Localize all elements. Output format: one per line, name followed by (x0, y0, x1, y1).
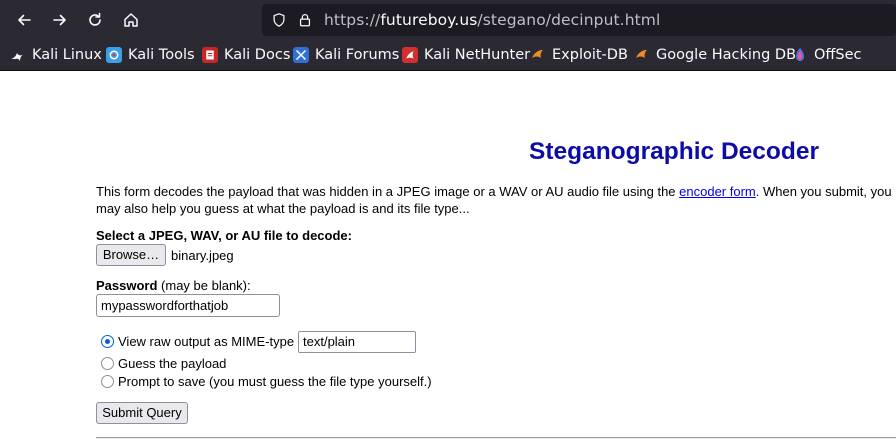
url-bar[interactable]: https://futureboy.us/stegano/decinput.ht… (262, 4, 896, 36)
browse-button[interactable]: Browse… (96, 244, 166, 266)
bookmark-label: Kali Forums (315, 47, 400, 63)
exploit-db-icon (530, 47, 546, 63)
home-icon (124, 13, 138, 27)
intro-text-part1: This form decodes the payload that was h… (96, 184, 680, 199)
forward-arrow-icon (53, 14, 66, 26)
radio-prompt-save-label[interactable]: Prompt to save (you must guess the file … (118, 374, 432, 389)
intro-text-part2: . When you submit, you (755, 184, 892, 199)
bookmark-label: Kali NetHunter (424, 47, 531, 63)
page-title: Steganographic Decoder (529, 138, 819, 165)
page-content: Steganographic Decoder This form decodes… (0, 72, 896, 441)
reload-button[interactable] (83, 8, 107, 32)
bookmark-offsec[interactable]: OffSec (792, 40, 862, 70)
intro-text-line2: may also help you guess at what the payl… (96, 201, 470, 216)
kali-nethunter-icon (402, 47, 418, 63)
intro-text: This form decodes the payload that was h… (96, 183, 896, 217)
back-button[interactable] (12, 8, 36, 32)
kali-dragon-icon (10, 47, 26, 63)
password-input[interactable]: mypasswordforthatjob (96, 294, 280, 317)
bookmark-label: OffSec (814, 47, 862, 63)
kali-docs-icon (202, 47, 218, 63)
mime-type-input[interactable]: text/plain (298, 331, 416, 353)
bookmark-kali-nethunter[interactable]: Kali NetHunter (402, 40, 530, 70)
selected-file-name: binary.jpeg (171, 248, 234, 263)
kali-tools-icon (106, 47, 122, 63)
home-button[interactable] (119, 8, 143, 32)
bookmarks-toolbar: Kali Linux Kali Tools Kali Docs Kali For… (0, 40, 896, 71)
shield-icon[interactable] (270, 11, 288, 29)
bookmark-kali-linux[interactable]: Kali Linux (10, 40, 102, 70)
radio-view-raw-label[interactable]: View raw output as MIME-type (118, 334, 294, 349)
browser-toolbar: https://futureboy.us/stegano/decinput.ht… (0, 0, 896, 40)
ghdb-icon (634, 47, 650, 63)
back-arrow-icon (18, 14, 31, 26)
bookmark-label: Kali Linux (32, 47, 102, 63)
url-scheme: https:// (324, 11, 381, 29)
lock-icon[interactable] (296, 11, 314, 29)
bookmark-exploit-db[interactable]: Exploit-DB (530, 40, 628, 70)
submit-button[interactable]: Submit Query (96, 402, 188, 424)
bookmark-kali-docs[interactable]: Kali Docs (202, 40, 290, 70)
radio-guess-payload[interactable] (101, 357, 114, 370)
password-label: Password (may be blank): (96, 278, 251, 293)
radio-view-raw[interactable] (101, 335, 114, 348)
bookmark-label: Kali Tools (128, 47, 195, 63)
horizontal-divider (96, 437, 896, 439)
bookmark-label: Exploit-DB (552, 47, 628, 63)
bookmark-label: Google Hacking DB (656, 47, 797, 63)
radio-prompt-save[interactable] (101, 375, 114, 388)
offsec-icon (792, 47, 808, 63)
forward-button[interactable] (48, 8, 72, 32)
url-path: /stegano/decinput.html (477, 11, 661, 29)
kali-forums-icon (293, 47, 309, 63)
reload-icon (89, 12, 101, 26)
bookmark-google-hacking-db[interactable]: Google Hacking DB (634, 40, 796, 70)
radio-guess-payload-label[interactable]: Guess the payload (118, 356, 226, 371)
file-label: Select a JPEG, WAV, or AU file to decode… (96, 228, 352, 243)
bookmark-label: Kali Docs (224, 47, 291, 63)
bookmark-kali-forums[interactable]: Kali Forums (293, 40, 399, 70)
url-text[interactable]: https://futureboy.us/stegano/decinput.ht… (324, 4, 660, 36)
encoder-form-link[interactable]: encoder form (679, 184, 756, 199)
bookmark-kali-tools[interactable]: Kali Tools (106, 40, 195, 70)
url-host: futureboy.us (380, 11, 478, 29)
